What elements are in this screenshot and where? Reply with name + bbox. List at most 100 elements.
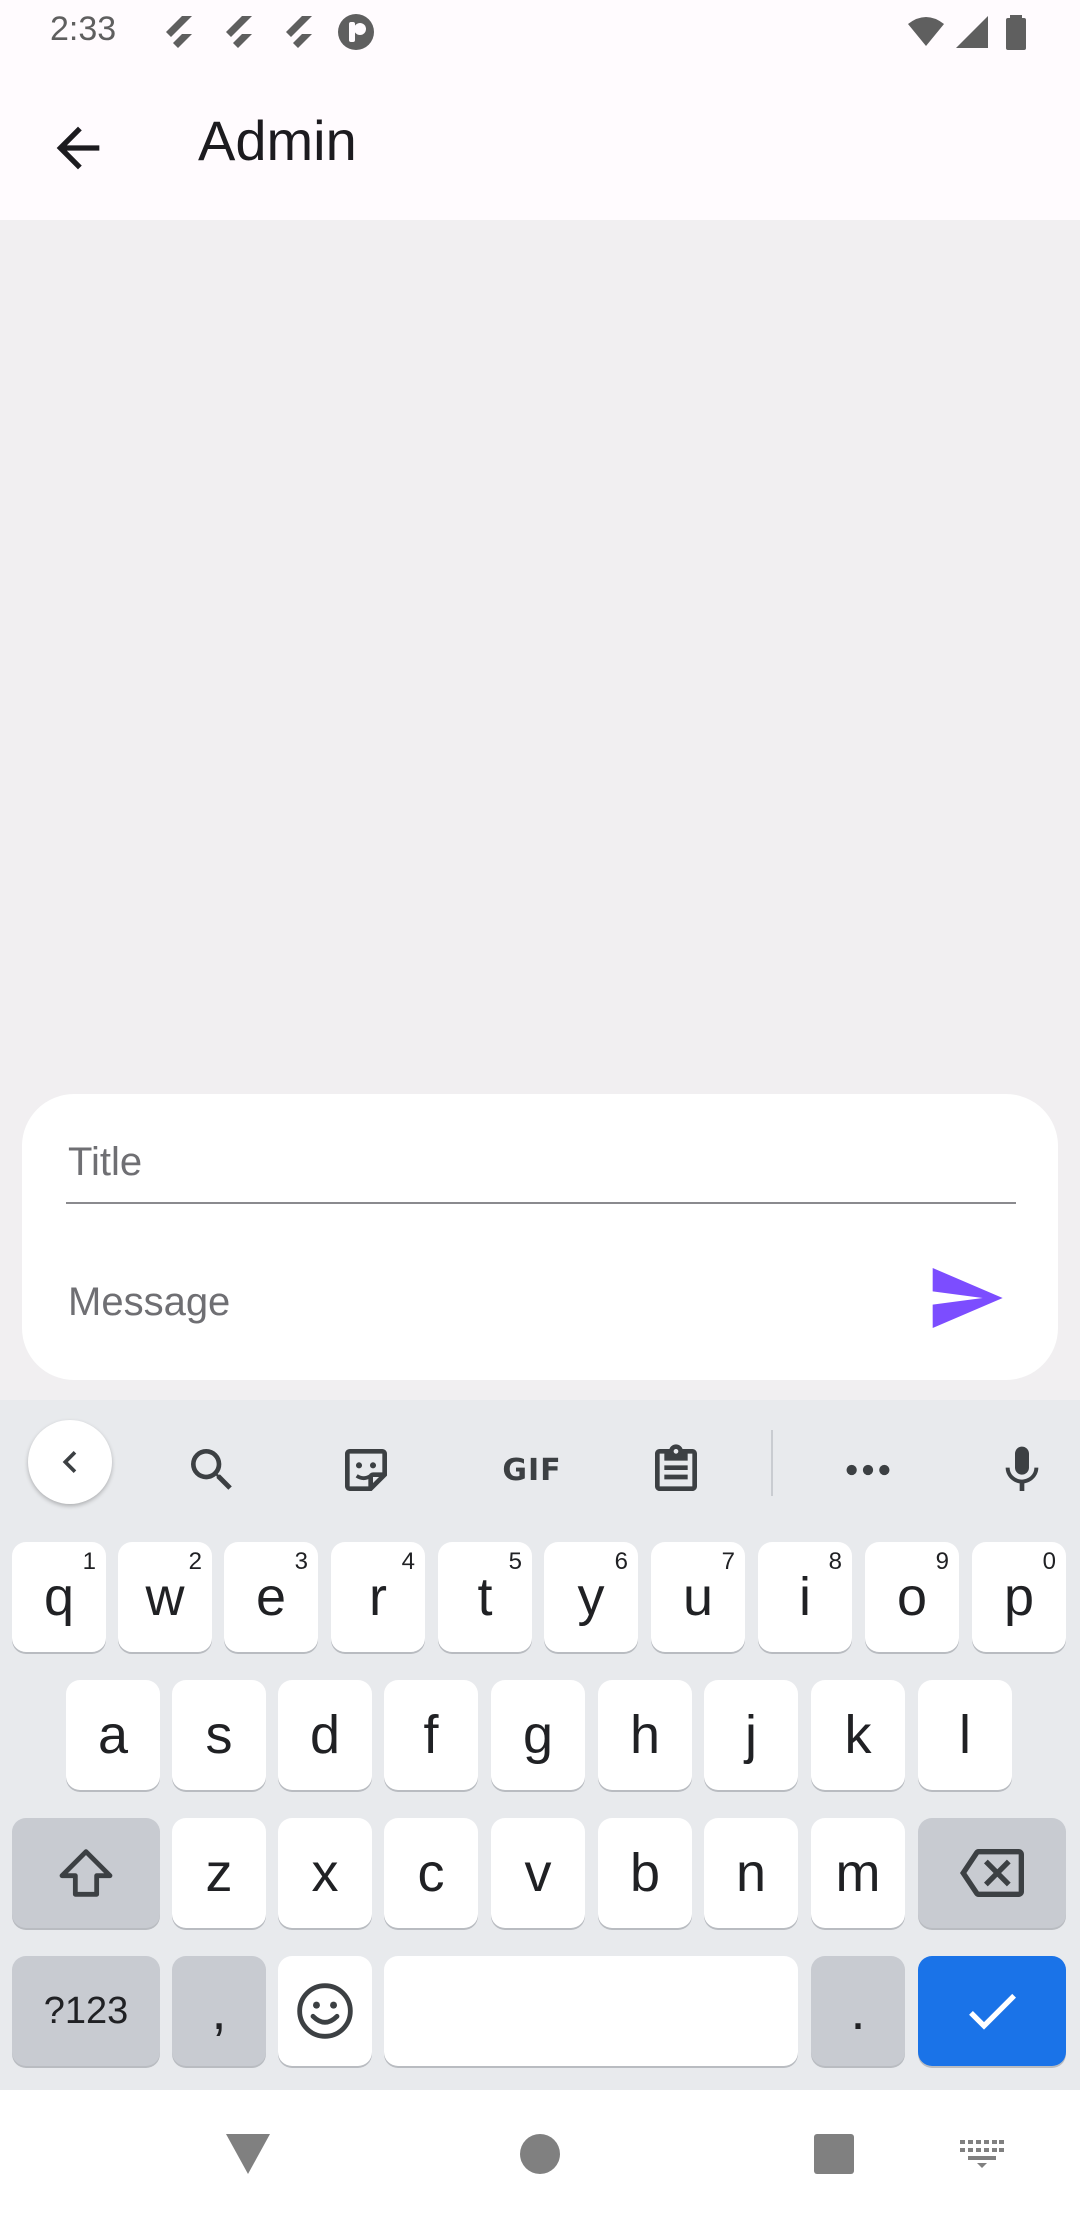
wifi-icon: [908, 17, 944, 46]
soft-keyboard: GIF q1 w2 e3 r4 t5 y6 u7 i8 o9 p0 a s d …: [0, 1400, 1080, 2090]
keyboard-switch-icon[interactable]: [960, 2140, 1004, 2168]
flutter-icon: [286, 16, 312, 48]
search-icon[interactable]: [174, 1432, 250, 1508]
key-j[interactable]: j: [704, 1680, 798, 1790]
key-label: m: [835, 1843, 881, 1903]
key-u[interactable]: u7: [651, 1542, 745, 1652]
key-n[interactable]: n: [704, 1818, 798, 1928]
app-bar: Admin: [0, 64, 1080, 220]
nav-back-triangle-icon[interactable]: [222, 2130, 274, 2178]
emoji-icon: [297, 1983, 353, 2039]
key-hint: 3: [294, 1548, 308, 1575]
key-hint: 6: [614, 1548, 628, 1575]
microphone-icon[interactable]: [984, 1432, 1060, 1508]
key-label: w: [145, 1567, 185, 1627]
emoji-key[interactable]: [278, 1956, 372, 2066]
key-hint: 4: [401, 1548, 415, 1575]
key-m[interactable]: m: [811, 1818, 905, 1928]
key-hint: 9: [935, 1548, 949, 1575]
status-time: 2:33: [50, 10, 117, 48]
key-label: e: [255, 1567, 287, 1627]
enter-key[interactable]: [918, 1956, 1066, 2066]
key-v[interactable]: v: [491, 1818, 585, 1928]
battery-icon: [1006, 15, 1026, 50]
key-hint: 0: [1042, 1548, 1056, 1575]
key-i[interactable]: i8: [758, 1542, 852, 1652]
key-d[interactable]: d: [278, 1680, 372, 1790]
key-y[interactable]: y6: [544, 1542, 638, 1652]
key-label: u: [682, 1567, 714, 1627]
app-notification-icon: [338, 14, 374, 50]
key-c[interactable]: c: [384, 1818, 478, 1928]
signal-icon: [956, 16, 988, 48]
key-label: d: [309, 1705, 341, 1765]
key-label: t: [477, 1567, 493, 1627]
key-w[interactable]: w2: [118, 1542, 212, 1652]
message-input[interactable]: [66, 1268, 910, 1336]
shift-icon: [59, 1849, 113, 1897]
check-icon: [969, 1993, 1016, 2030]
shift-key[interactable]: [12, 1818, 160, 1928]
key-f[interactable]: f: [384, 1680, 478, 1790]
key-label: ,: [211, 1981, 227, 2041]
key-label: z: [205, 1843, 233, 1903]
backspace-icon: [960, 1849, 1024, 1897]
key-label: j: [745, 1705, 757, 1765]
key-label: .: [850, 1981, 866, 2041]
key-label: q: [43, 1567, 75, 1627]
key-g[interactable]: g: [491, 1680, 585, 1790]
key-label: i: [799, 1567, 811, 1627]
key-k[interactable]: k: [811, 1680, 905, 1790]
key-e[interactable]: e3: [224, 1542, 318, 1652]
key-hint: 7: [721, 1548, 735, 1575]
key-label: a: [97, 1705, 129, 1765]
key-label: k: [844, 1705, 872, 1765]
gif-button[interactable]: GIF: [482, 1432, 582, 1508]
key-s[interactable]: s: [172, 1680, 266, 1790]
title-input[interactable]: [66, 1128, 1020, 1196]
key-label: r: [369, 1567, 387, 1627]
key-hint: 1: [82, 1548, 96, 1575]
key-label: l: [959, 1705, 971, 1765]
key-hint: 5: [508, 1548, 522, 1575]
nav-home-circle-icon[interactable]: [518, 2132, 562, 2176]
key-label: g: [522, 1705, 554, 1765]
key-label: f: [423, 1705, 439, 1765]
title-underline: [66, 1202, 1016, 1204]
key-label: b: [629, 1843, 661, 1903]
period-key[interactable]: .: [811, 1956, 905, 2066]
key-t[interactable]: t5: [438, 1542, 532, 1652]
chevron-left-icon[interactable]: [28, 1420, 112, 1504]
key-p[interactable]: p0: [972, 1542, 1066, 1652]
status-bar: 2:33: [0, 0, 1080, 64]
flutter-icon: [166, 16, 192, 48]
key-r[interactable]: r4: [331, 1542, 425, 1652]
key-b[interactable]: b: [598, 1818, 692, 1928]
key-a[interactable]: a: [66, 1680, 160, 1790]
more-horizontal-icon[interactable]: [830, 1432, 906, 1508]
key-label: v: [524, 1843, 552, 1903]
key-l[interactable]: l: [918, 1680, 1012, 1790]
page-title: Admin: [198, 109, 357, 172]
sticker-icon[interactable]: [328, 1432, 404, 1508]
arrow-left-icon[interactable]: [46, 116, 110, 180]
clipboard-icon[interactable]: [638, 1432, 714, 1508]
comma-key[interactable]: ,: [172, 1956, 266, 2066]
key-q[interactable]: q1: [12, 1542, 106, 1652]
key-label: n: [735, 1843, 767, 1903]
keyboard-toolbar: GIF: [0, 1400, 1080, 1538]
key-z[interactable]: z: [172, 1818, 266, 1928]
space-key[interactable]: [384, 1956, 798, 2066]
nav-recents-square-icon[interactable]: [812, 2132, 856, 2176]
key-label: ?123: [43, 1989, 129, 2032]
backspace-key[interactable]: [918, 1818, 1066, 1928]
key-o[interactable]: o9: [865, 1542, 959, 1652]
key-label: s: [205, 1705, 233, 1765]
key-x[interactable]: x: [278, 1818, 372, 1928]
key-label: y: [577, 1567, 605, 1627]
symbols-key[interactable]: ?123: [12, 1956, 160, 2066]
send-icon[interactable]: [926, 1258, 1006, 1338]
key-label: o: [896, 1567, 928, 1627]
key-hint: 8: [828, 1548, 842, 1575]
key-h[interactable]: h: [598, 1680, 692, 1790]
